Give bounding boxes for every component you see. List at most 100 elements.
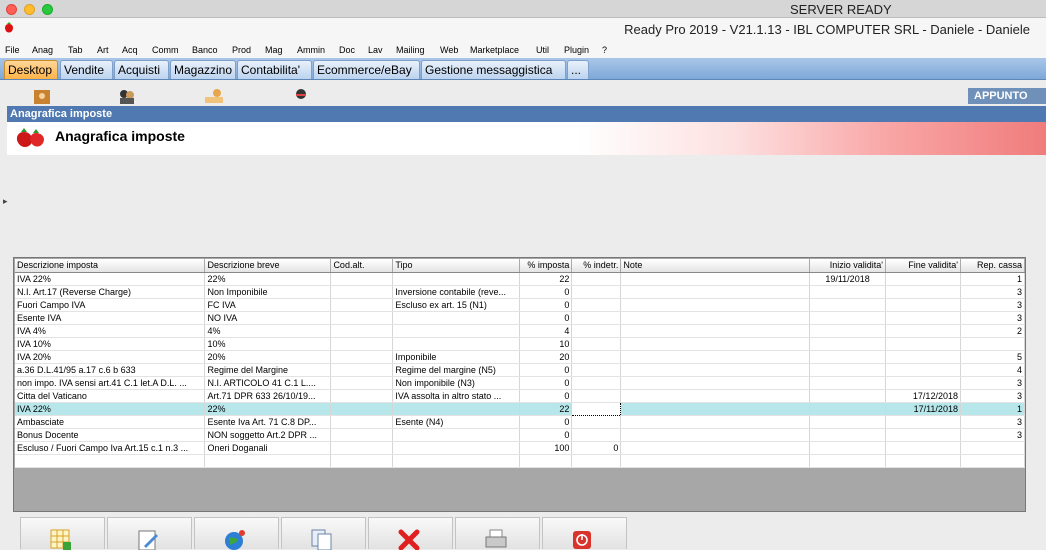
table-cell[interactable]: Bonus Docente: [15, 428, 206, 442]
table-cell[interactable]: Inversione contabile (reve...: [392, 285, 521, 299]
menu-mag[interactable]: Mag: [265, 45, 283, 55]
table-cell[interactable]: [571, 350, 622, 364]
table-cell[interactable]: [885, 428, 961, 442]
table-cell[interactable]: 1: [960, 272, 1026, 286]
table-cell[interactable]: [330, 454, 394, 468]
table-cell[interactable]: 0: [519, 376, 573, 390]
table-cell[interactable]: [620, 311, 811, 325]
table-cell[interactable]: Fuori Campo IVA: [15, 298, 206, 312]
table-cell[interactable]: Citta del Vaticano: [15, 389, 206, 403]
table-cell[interactable]: Oneri Doganali: [204, 441, 332, 455]
table-cell[interactable]: [620, 285, 811, 299]
table-cell[interactable]: [392, 441, 521, 455]
menu-util[interactable]: Util: [536, 45, 549, 55]
table-cell[interactable]: 3: [960, 298, 1026, 312]
tab-contabilita[interactable]: Contabilita': [237, 60, 312, 79]
table-cell[interactable]: [330, 376, 394, 390]
table-cell[interactable]: 10: [519, 337, 573, 351]
table-cell[interactable]: 22%: [204, 272, 332, 286]
column-header[interactable]: Descrizione breve: [204, 259, 332, 273]
table-cell[interactable]: [885, 376, 961, 390]
table-cell[interactable]: 10%: [204, 337, 332, 351]
table-cell[interactable]: [571, 311, 622, 325]
table-cell[interactable]: Escluso / Fuori Campo Iva Art.15 c.1 n.3…: [15, 441, 206, 455]
menu-help[interactable]: ?: [602, 45, 607, 55]
table-cell[interactable]: [330, 441, 394, 455]
table-cell[interactable]: [885, 454, 961, 468]
tab-vendite[interactable]: Vendite: [60, 60, 113, 79]
table-cell[interactable]: [809, 441, 887, 455]
table-cell[interactable]: [809, 428, 887, 442]
table-cell[interactable]: [809, 311, 887, 325]
table-cell[interactable]: [571, 376, 622, 390]
menu-mailing[interactable]: Mailing: [396, 45, 425, 55]
table-row[interactable]: IVA 20% 20% Imponibile 20 5: [15, 350, 1026, 364]
table-row[interactable]: IVA 22% 22% 22 17/11/2018 1: [15, 401, 1026, 416]
column-header[interactable]: Cod.alt.: [330, 259, 394, 273]
table-cell[interactable]: 0: [571, 441, 622, 455]
table-cell[interactable]: N.I. ARTICOLO 41 C.1 L....: [204, 376, 332, 390]
tab-magazzino[interactable]: Magazzino: [170, 60, 236, 79]
table-cell[interactable]: [960, 441, 1026, 455]
table-cell[interactable]: [330, 337, 394, 351]
menu-file[interactable]: File: [5, 45, 20, 55]
table-cell[interactable]: Non imponibile (N3): [392, 376, 521, 390]
handshake-icon[interactable]: [205, 88, 223, 104]
table-cell[interactable]: Imponibile: [392, 350, 521, 364]
table-cell[interactable]: FC IVA: [204, 298, 332, 312]
table-cell[interactable]: [571, 298, 622, 312]
table-cell[interactable]: [809, 454, 887, 468]
menu-ammin[interactable]: Ammin: [297, 45, 325, 55]
table-cell[interactable]: 0: [519, 311, 573, 325]
column-header[interactable]: % indetr.: [571, 259, 622, 273]
table-cell[interactable]: 4: [960, 363, 1026, 377]
table-row[interactable]: IVA 4% 4% 4 2: [15, 324, 1026, 338]
table-cell[interactable]: [571, 401, 622, 416]
table-cell[interactable]: [571, 324, 622, 338]
table-cell[interactable]: 19/11/2018: [809, 272, 887, 286]
menu-lav[interactable]: Lav: [368, 45, 383, 55]
table-cell[interactable]: [885, 363, 961, 377]
table-cell[interactable]: 3: [960, 311, 1026, 325]
table-cell[interactable]: 0: [519, 298, 573, 312]
table-cell[interactable]: [330, 402, 394, 416]
table-cell[interactable]: IVA 10%: [15, 337, 206, 351]
menu-plugin[interactable]: Plugin: [564, 45, 589, 55]
tab-ecommerce-ebay[interactable]: Ecommerce/eBay: [313, 60, 420, 79]
table-cell[interactable]: [571, 454, 622, 468]
table-cell[interactable]: 3: [960, 389, 1026, 403]
table-cell[interactable]: [392, 272, 521, 286]
table-cell[interactable]: 3: [960, 428, 1026, 442]
table-cell[interactable]: IVA 4%: [15, 324, 206, 338]
table-cell[interactable]: [330, 389, 394, 403]
table-cell[interactable]: [620, 428, 811, 442]
table-row[interactable]: Fuori Campo IVA FC IVA Escluso ex art. 15 …: [15, 298, 1026, 312]
table-row[interactable]: IVA 10% 10% 10: [15, 337, 1026, 351]
table-cell[interactable]: [392, 324, 521, 338]
table-cell[interactable]: [392, 337, 521, 351]
table-cell[interactable]: Ambasciate: [15, 415, 206, 429]
table-cell[interactable]: [885, 324, 961, 338]
table-cell[interactable]: [15, 454, 206, 468]
table-cell[interactable]: [620, 389, 811, 403]
table-row[interactable]: [15, 454, 1026, 468]
table-cell[interactable]: Esente (N4): [392, 415, 521, 429]
table-cell[interactable]: [571, 285, 622, 299]
table-cell[interactable]: 4%: [204, 324, 332, 338]
table-cell[interactable]: [620, 402, 811, 416]
table-cell[interactable]: IVA 22%: [15, 272, 206, 286]
table-row[interactable]: N.I. Art.17 (Reverse Charge) Non Imponibi…: [15, 285, 1026, 299]
table-cell[interactable]: Escluso ex art. 15 (N1): [392, 298, 521, 312]
delete-record-button[interactable]: [368, 517, 453, 550]
table-cell[interactable]: [809, 285, 887, 299]
table-cell[interactable]: 0: [519, 285, 573, 299]
table-cell[interactable]: [620, 454, 811, 468]
copy-record-button[interactable]: [281, 517, 366, 550]
table-cell[interactable]: [330, 285, 394, 299]
table-cell[interactable]: [330, 415, 394, 429]
new-record-button[interactable]: [20, 517, 105, 550]
table-cell[interactable]: Esente IVA: [15, 311, 206, 325]
table-cell[interactable]: [809, 402, 887, 416]
table-cell[interactable]: [330, 311, 394, 325]
table-row[interactable]: non impo. IVA sensi art.41 C.1 let.A D.L…: [15, 376, 1026, 390]
